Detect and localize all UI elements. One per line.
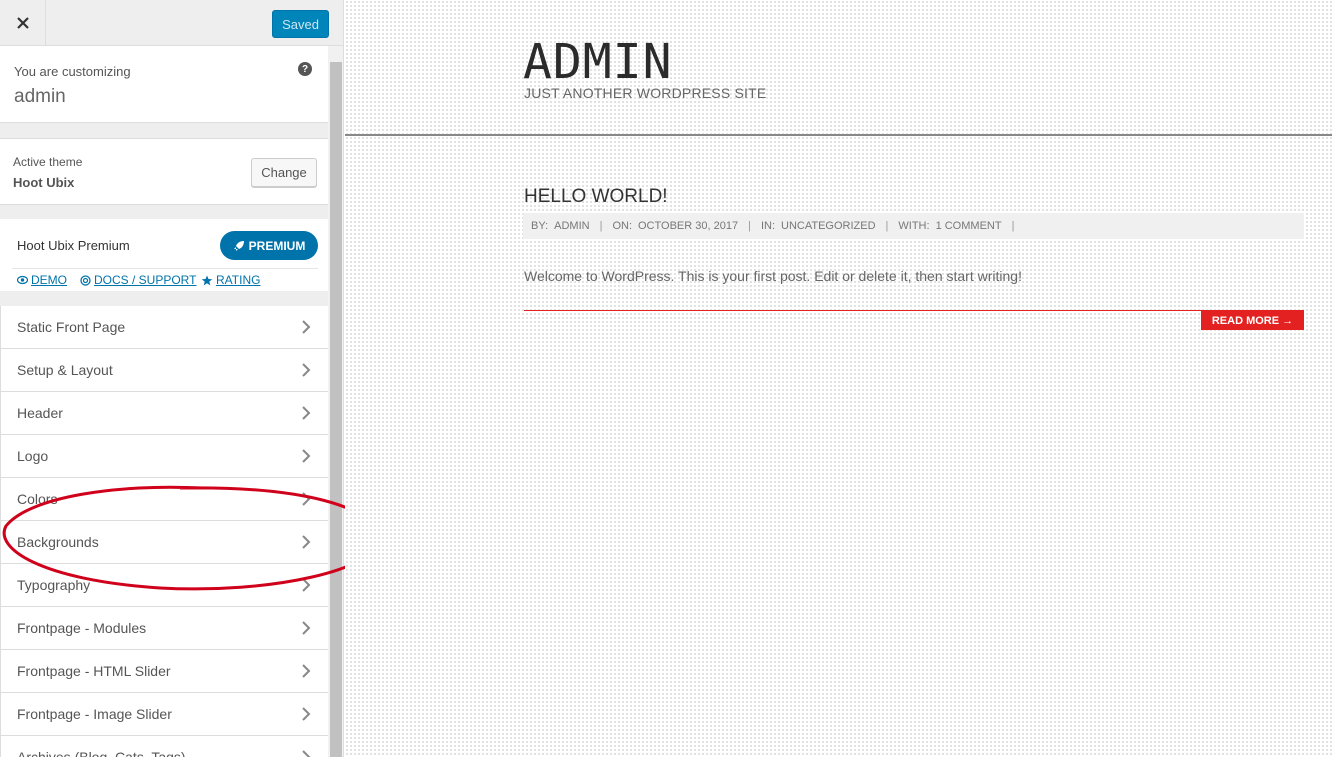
meta-separator: | bbox=[599, 220, 603, 232]
menu-item-label: Frontpage - HTML Slider bbox=[17, 663, 171, 679]
post-meta: BY: ADMIN | ON: OCTOBER 30, 2017 | IN: U… bbox=[523, 213, 1304, 239]
help-icon[interactable]: ? bbox=[298, 62, 312, 76]
customizer-panel: You are customizing admin ? Active theme… bbox=[0, 46, 328, 757]
change-theme-button[interactable]: Change bbox=[251, 158, 317, 187]
chevron-right-icon bbox=[302, 621, 311, 635]
active-theme-label: Active theme bbox=[13, 155, 83, 169]
menu-item-label: Typography bbox=[17, 577, 91, 593]
meta-in-label: IN: bbox=[760, 220, 775, 232]
rating-link[interactable]: RATING bbox=[201, 273, 260, 287]
scrollbar-thumb[interactable] bbox=[330, 62, 342, 757]
menu-item-label: Archives (Blog, Cats, Tags) bbox=[17, 749, 186, 757]
active-theme-name: Hoot Ubix bbox=[13, 175, 75, 190]
meta-on-label: ON: bbox=[612, 220, 632, 232]
site-preview: ADMIN JUST ANOTHER WORDPRESS SITE HELLO … bbox=[345, 0, 1332, 757]
site-tagline: JUST ANOTHER WORDPRESS SITE bbox=[524, 85, 767, 101]
divider bbox=[12, 268, 318, 269]
chevron-right-icon bbox=[302, 707, 311, 721]
close-icon bbox=[16, 17, 29, 29]
lifebuoy-icon bbox=[80, 274, 91, 286]
rating-link-label: RATING bbox=[216, 273, 261, 287]
meta-by-label: BY: bbox=[531, 220, 549, 232]
menu-item-label: Logo bbox=[17, 448, 49, 464]
chevron-right-icon bbox=[302, 449, 311, 463]
read-more-button[interactable]: READ MORE → bbox=[1201, 311, 1304, 330]
docs-support-link-label: DOCS / SUPPORT bbox=[94, 273, 197, 287]
customizer-sidebar: Saved You are customizing admin ? Active… bbox=[0, 0, 344, 757]
chevron-right-icon bbox=[302, 578, 311, 592]
chevron-right-icon bbox=[302, 406, 311, 420]
meta-separator: | bbox=[1011, 220, 1015, 232]
menu-item-frontpage-image-slider[interactable]: Frontpage - Image Slider bbox=[0, 693, 328, 736]
chevron-right-icon bbox=[302, 363, 311, 377]
docs-support-link[interactable]: DOCS / SUPPORT bbox=[80, 273, 196, 287]
header-divider bbox=[345, 134, 1332, 136]
menu-item-frontpage-html-slider[interactable]: Frontpage - HTML Slider bbox=[0, 650, 328, 693]
customizing-info: You are customizing admin ? bbox=[0, 46, 328, 123]
menu-item-label: Frontpage - Image Slider bbox=[17, 706, 172, 722]
premium-button-label: PREMIUM bbox=[248, 238, 306, 253]
site-title[interactable]: ADMIN bbox=[523, 34, 673, 90]
menu-item-header[interactable]: Header bbox=[0, 392, 328, 435]
customizing-label: You are customizing bbox=[14, 64, 131, 79]
meta-comments[interactable]: 1 COMMENT bbox=[936, 220, 1002, 232]
menu-item-static-front-page[interactable]: Static Front Page bbox=[0, 306, 328, 349]
menu-item-frontpage-modules[interactable]: Frontpage - Modules bbox=[0, 607, 328, 650]
chevron-right-icon bbox=[302, 750, 311, 757]
menu-item-backgrounds[interactable]: Backgrounds bbox=[0, 521, 328, 564]
section-gap bbox=[0, 291, 328, 306]
customizing-site-name: admin bbox=[14, 86, 66, 107]
premium-section: Hoot Ubix Premium PREMIUM DEMO DOCS / SU… bbox=[0, 219, 328, 291]
chevron-right-icon bbox=[302, 320, 311, 334]
premium-button[interactable]: PREMIUM bbox=[220, 231, 318, 260]
menu-item-archives[interactable]: Archives (Blog, Cats, Tags) bbox=[0, 736, 328, 757]
meta-author[interactable]: ADMIN bbox=[554, 220, 589, 232]
premium-title: Hoot Ubix Premium bbox=[17, 238, 130, 253]
menu-item-label: Backgrounds bbox=[17, 534, 99, 550]
customizer-header: Saved bbox=[0, 0, 343, 46]
menu-item-label: Static Front Page bbox=[17, 319, 126, 335]
menu-item-label: Setup & Layout bbox=[17, 362, 113, 378]
meta-with-label: WITH: bbox=[898, 220, 930, 232]
menu-item-colors[interactable]: Colors bbox=[0, 478, 328, 521]
menu-item-setup-layout[interactable]: Setup & Layout bbox=[0, 349, 328, 392]
post-excerpt: Welcome to WordPress. This is your first… bbox=[524, 268, 1022, 284]
menu-item-label: Colors bbox=[17, 491, 58, 507]
saved-button[interactable]: Saved bbox=[272, 10, 329, 38]
rocket-icon bbox=[233, 240, 244, 251]
close-customizer-button[interactable] bbox=[0, 0, 46, 46]
demo-link[interactable]: DEMO bbox=[17, 273, 67, 287]
menu-item-typography[interactable]: Typography bbox=[0, 564, 328, 607]
star-icon bbox=[201, 275, 213, 285]
meta-category[interactable]: UNCATEGORIZED bbox=[781, 220, 876, 232]
chevron-right-icon bbox=[302, 664, 311, 678]
active-theme-section: Active theme Hoot Ubix Change bbox=[0, 138, 328, 205]
meta-separator: | bbox=[885, 220, 889, 232]
post-divider bbox=[524, 310, 1304, 311]
meta-date: OCTOBER 30, 2017 bbox=[638, 220, 739, 232]
post-title[interactable]: HELLO WORLD! bbox=[524, 186, 668, 208]
menu-item-logo[interactable]: Logo bbox=[0, 435, 328, 478]
meta-separator: | bbox=[748, 220, 751, 232]
menu-item-label: Header bbox=[17, 405, 63, 421]
demo-link-label: DEMO bbox=[31, 273, 67, 287]
chevron-right-icon bbox=[302, 492, 311, 506]
chevron-right-icon bbox=[302, 535, 311, 549]
menu-item-label: Frontpage - Modules bbox=[17, 620, 147, 636]
eye-icon bbox=[17, 275, 28, 285]
